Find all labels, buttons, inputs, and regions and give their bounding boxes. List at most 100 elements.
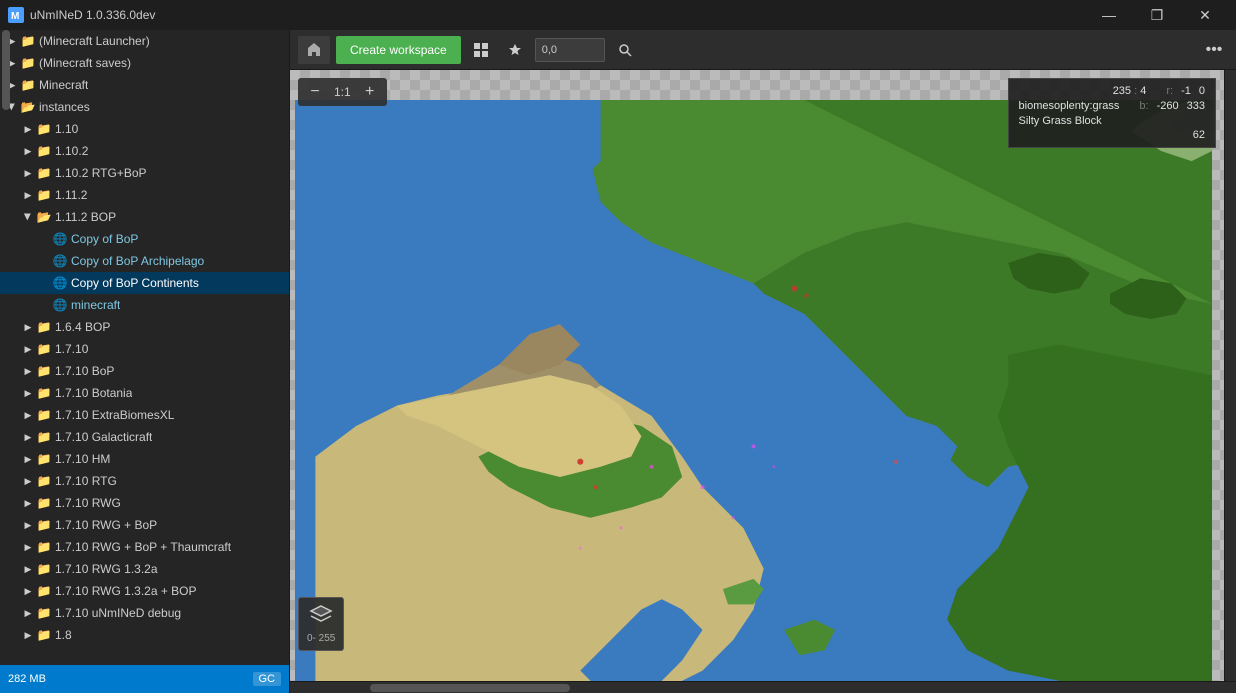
tree-item-1.11.2-bop[interactable]: ▶ 📂 1.11.2 BOP (0, 206, 289, 228)
tree-item-minecraft-sub[interactable]: ▶ 🌐 minecraft (0, 294, 289, 316)
folder-icon: 📁 (36, 187, 52, 203)
x-coord: 235 (1113, 85, 1131, 97)
tree-item-label: minecraft (71, 298, 120, 312)
home-button[interactable] (298, 36, 330, 64)
tree-item-minecraft-launcher[interactable]: ▶ 📁 (Minecraft Launcher) (0, 30, 289, 52)
tree-item-copy-of-bop-continents[interactable]: ▶ 🌐 Copy of BoP Continents (0, 272, 289, 294)
tree-item-label: 1.7.10 ExtraBiomesXL (55, 408, 174, 422)
tree-item-1.7.10-rwg-1.3.2a[interactable]: ▶ 📁 1.7.10 RWG 1.3.2a (0, 558, 289, 580)
tree-item-label: 1.7.10 RTG (55, 474, 117, 488)
r-label: r: (1166, 85, 1173, 97)
map-scrollbar-vertical[interactable] (1224, 70, 1236, 681)
folder-icon: 📁 (36, 473, 52, 489)
tree-item-1.7.10-rwg-bop-thaumcraft[interactable]: ▶ 📁 1.7.10 RWG + BoP + Thaumcraft (0, 536, 289, 558)
tree-item-label: 1.11.2 BOP (55, 210, 116, 224)
arrow-icon: ▶ (20, 319, 36, 335)
tree-item-label: 1.7.10 (55, 342, 88, 356)
tree-item-1.7.10[interactable]: ▶ 📁 1.7.10 (0, 338, 289, 360)
create-workspace-button[interactable]: Create workspace (336, 36, 461, 64)
tree-item-label: 1.6.4 BOP (55, 320, 110, 334)
map-container[interactable]: − 1:1 + 235 : 4 (290, 70, 1224, 681)
world-icon: 🌐 (52, 253, 68, 269)
close-button[interactable]: ✕ (1182, 0, 1228, 30)
tree-item-minecraft-saves[interactable]: ▶ 📁 (Minecraft saves) (0, 52, 289, 74)
r-value: -1 (1181, 85, 1191, 97)
zoom-out-button[interactable]: − (304, 81, 326, 103)
tree-item-label: 1.7.10 HM (55, 452, 110, 466)
map-info-overlay: 235 : 4 r: -1 0 (1008, 78, 1216, 148)
arrow-icon: ▶ (20, 341, 36, 357)
tree-item-copy-of-bop[interactable]: ▶ 🌐 Copy of BoP (0, 228, 289, 250)
tree-item-1.7.10-rtg[interactable]: ▶ 📁 1.7.10 RTG (0, 470, 289, 492)
tree-item-1.10.2[interactable]: ▶ 📁 1.10.2 (0, 140, 289, 162)
biome-label: biomesoplenty:grass (1019, 100, 1120, 112)
arrow-icon: ▶ (20, 473, 36, 489)
world-icon: 🌐 (52, 275, 68, 291)
map-canvas: − 1:1 + 235 : 4 (290, 70, 1224, 681)
folder-icon: 📁 (36, 363, 52, 379)
folder-icon: 📂 (20, 99, 36, 115)
tree-item-1.7.10-bop[interactable]: ▶ 📁 1.7.10 BoP (0, 360, 289, 382)
coords-xy: 235 : 4 (1113, 85, 1147, 97)
arrow-icon: ▶ (20, 407, 36, 423)
toolbar: Create workspace ••• (290, 30, 1236, 70)
tree-item-label: 1.7.10 RWG + BoP + Thaumcraft (55, 540, 231, 554)
tree-item-1.7.10-galacticraft[interactable]: ▶ 📁 1.7.10 Galacticraft (0, 426, 289, 448)
tree-item-1.7.10-extrabiomesxl[interactable]: ▶ 📁 1.7.10 ExtraBiomesXL (0, 404, 289, 426)
tree-item-1.7.10-rwg-1.3.2a-bop[interactable]: ▶ 📁 1.7.10 RWG 1.3.2a + BOP (0, 580, 289, 602)
coordinate-input[interactable] (535, 38, 605, 62)
folder-icon: 📁 (36, 517, 52, 533)
map-scrollbar-horizontal[interactable] (290, 681, 1236, 693)
tree-item-label: Minecraft (39, 78, 88, 92)
arrow-icon: ▶ (20, 429, 36, 445)
tree-item-label: 1.8 (55, 628, 72, 642)
folder-icon: 📁 (36, 627, 52, 643)
folder-icon: 📁 (36, 583, 52, 599)
arrow-icon: ▶ (20, 143, 36, 159)
tree-item-label: 1.7.10 Botania (55, 386, 132, 400)
tree-item-1.10.2-rtg-bop[interactable]: ▶ 📁 1.10.2 RTG+BoP (0, 162, 289, 184)
folder-icon: 📁 (36, 605, 52, 621)
tree-item-minecraft[interactable]: ▶ 📁 Minecraft (0, 74, 289, 96)
tree-item-1.7.10-hm[interactable]: ▶ 📁 1.7.10 HM (0, 448, 289, 470)
search-button[interactable] (611, 36, 639, 64)
tree-item-1.7.10-botania[interactable]: ▶ 📁 1.7.10 Botania (0, 382, 289, 404)
tree-item-label: (Minecraft Launcher) (39, 34, 150, 48)
maximize-button[interactable]: ❐ (1134, 0, 1180, 30)
tree-item-1.7.10-unmined-debug[interactable]: ▶ 📁 1.7.10 uNmINeD debug (0, 602, 289, 624)
arrow-icon: ▶ (20, 583, 36, 599)
tree-item-1.8[interactable]: ▶ 📁 1.8 (0, 624, 289, 646)
tree-item-1.6.4-bop[interactable]: ▶ 📁 1.6.4 BOP (0, 316, 289, 338)
more-options-button[interactable]: ••• (1200, 36, 1228, 64)
block-id: 62 (1193, 129, 1205, 141)
sidebar-footer: 282 MB GC (0, 665, 289, 693)
layer-range: 0- 255 (307, 633, 335, 644)
arrow-icon: ▶ (20, 209, 36, 225)
tree-item-copy-of-bop-archipelago[interactable]: ▶ 🌐 Copy of BoP Archipelago (0, 250, 289, 272)
world-icon: 🌐 (52, 297, 68, 313)
gc-button[interactable]: GC (253, 672, 282, 686)
svg-text:M: M (11, 11, 19, 22)
arrow-icon: ▶ (20, 187, 36, 203)
layer-icon[interactable] (309, 604, 333, 629)
folder-icon: 📁 (36, 561, 52, 577)
folder-icon: 📁 (20, 77, 36, 93)
world-icon: 🌐 (52, 231, 68, 247)
tree-item-1.10[interactable]: ▶ 📁 1.10 (0, 118, 289, 140)
arrow-icon: ▶ (20, 385, 36, 401)
pin-button[interactable] (501, 36, 529, 64)
tree-item-instances[interactable]: ▶ 📂 instances (0, 96, 289, 118)
arrow-icon: ▶ (20, 539, 36, 555)
minimize-button[interactable]: — (1086, 0, 1132, 30)
tree-item-label: 1.7.10 RWG + BoP (55, 518, 157, 532)
zoom-in-button[interactable]: + (359, 81, 381, 103)
arrow-icon: ▶ (20, 605, 36, 621)
tree-item-label: Copy of BoP Archipelago (71, 254, 204, 268)
grid-view-button[interactable] (467, 36, 495, 64)
tree-item-1.11.2[interactable]: ▶ 📁 1.11.2 (0, 184, 289, 206)
tree-item-1.7.10-rwg[interactable]: ▶ 📁 1.7.10 RWG (0, 492, 289, 514)
folder-icon: 📁 (36, 385, 52, 401)
file-tree[interactable]: ▶ 📁 (Minecraft Launcher) ▶ 📁 (Minecraft … (0, 30, 289, 665)
tree-item-1.7.10-rwg-bop[interactable]: ▶ 📁 1.7.10 RWG + BoP (0, 514, 289, 536)
tree-item-label: Copy of BoP Continents (71, 276, 199, 290)
